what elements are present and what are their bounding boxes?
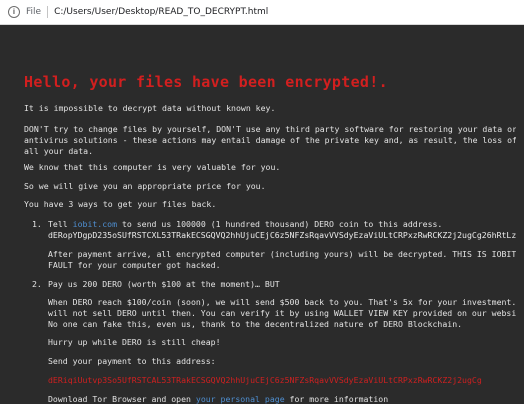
way-1-post: to send us 100000 (1 hundred thousand) D… xyxy=(117,219,443,229)
page-title: Hello, your files have been encrypted!. xyxy=(24,73,388,91)
way-2-detail-2: will not sell DERO until then. You can v… xyxy=(48,308,524,318)
paragraph-warning-2: antivirus solutions - these actions may … xyxy=(24,135,517,145)
paragraph-warning-3: all your data. xyxy=(24,146,94,156)
url-text[interactable]: C:/Users/User/Desktop/READ_TO_DECRYPT.ht… xyxy=(54,7,268,17)
paragraph-key: It is impossible to decrypt data without… xyxy=(24,103,276,113)
paragraph-valuable: We know that this computer is very valua… xyxy=(24,162,281,172)
divider xyxy=(47,6,49,18)
download-post: for more information xyxy=(284,394,389,404)
paragraph-ways: You have 3 ways to get your files back. xyxy=(24,199,217,209)
way-1-address: dERopYDgpD235oSUfRSTCXL53TRakECSGQVQ2hhU… xyxy=(48,230,524,240)
way-1-line: Tell iobit.com to send us 100000 (1 hund… xyxy=(48,219,442,230)
wallet-address[interactable]: dERiqiUutvp3So5UfRSTCAL53TRakECSGQVQ2hhU… xyxy=(48,375,482,386)
paragraph-warning-1: DON'T try to change files by yourself, D… xyxy=(24,124,517,134)
paragraph-price: So we will give you an appropriate price… xyxy=(24,181,266,191)
way-1-after-1: After payment arrive, all encrypted comp… xyxy=(48,249,524,259)
way-2-send: Send your payment to this address: xyxy=(48,356,216,366)
iobit-link[interactable]: iobit.com xyxy=(73,219,117,229)
scrollbar[interactable] xyxy=(516,25,524,404)
way-1-number: 1. xyxy=(32,219,42,229)
way-2-number: 2. xyxy=(32,279,42,289)
way-1-pre: Tell xyxy=(48,219,73,229)
download-line: Download Tor Browser and open your perso… xyxy=(48,394,388,404)
way-1-after-2: FAULT for your computer got hacked. xyxy=(48,260,221,270)
download-pre: Download Tor Browser and open xyxy=(48,394,196,404)
way-2-detail-3: No one can fake this, even us, thank to … xyxy=(48,319,463,329)
ransom-note-page: Hello, your files have been encrypted!. … xyxy=(0,25,524,404)
personal-page-link[interactable]: your personal page xyxy=(196,394,285,404)
way-2-detail-1: When DERO reach $100/coin (soon), we wil… xyxy=(48,297,524,307)
info-icon[interactable]: i xyxy=(8,6,20,18)
way-2-hurry: Hurry up while DERO is still cheap! xyxy=(48,337,221,347)
file-scheme-label: File xyxy=(26,7,42,17)
way-2-line: Pay us 200 DERO (worth $100 at the momen… xyxy=(48,279,280,289)
address-bar[interactable]: i File C:/Users/User/Desktop/READ_TO_DEC… xyxy=(0,0,524,25)
